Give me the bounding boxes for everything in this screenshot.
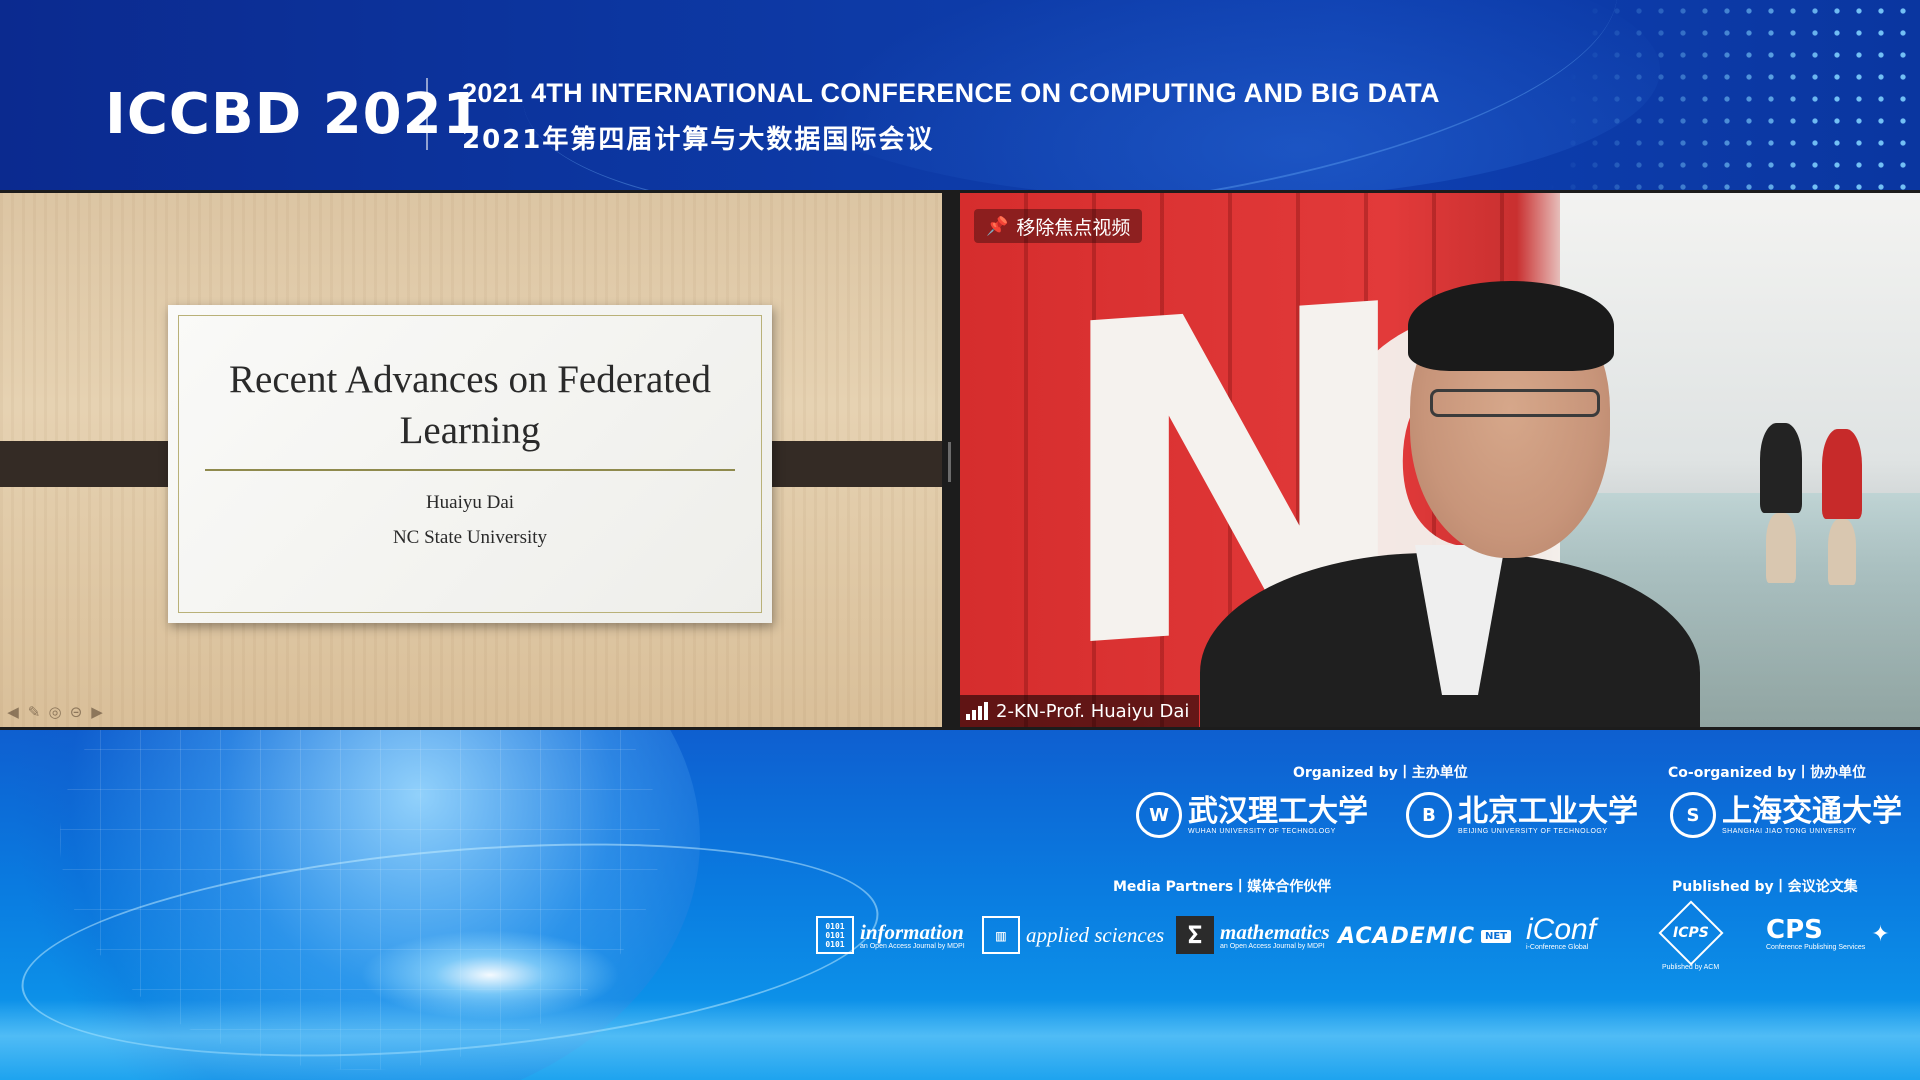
building-icon: ▥ (982, 916, 1020, 954)
participant-name: 2-KN-Prof. Huaiyu Dai (996, 700, 1190, 722)
wut-seal-icon: W (1136, 792, 1182, 838)
header-dots-decoration (1540, 0, 1920, 190)
unpin-video-label: 移除焦点视频 (1016, 216, 1131, 239)
logo-academic-net: ACADEMIC NET (1338, 924, 1512, 949)
signal-strength-icon (966, 702, 988, 720)
speaker-video-pane[interactable]: N C 📌 移除焦点视频 2-KN-Prof. Huaiyu Dai (960, 193, 1920, 727)
background-walker-legs (1766, 513, 1796, 583)
background-walker (1822, 429, 1862, 519)
information-name: information an Open Access Journal by MD… (860, 921, 965, 950)
mathematics-subtitle: an Open Access Journal by MDPI (1220, 942, 1325, 950)
sjtu-name-en: SHANGHAI JIAO TONG UNIVERSITY (1722, 827, 1857, 835)
slide-affiliation: NC State University (392, 527, 548, 548)
bjut-name-cn: 北京工业大学 (1458, 793, 1638, 829)
academic-net-badge: NET (1481, 930, 1512, 943)
iconf-name: iConf i-Conference Global (1526, 913, 1597, 952)
bjut-seal-icon: B (1406, 792, 1452, 838)
wut-name-cn: 武汉理工大学 (1188, 793, 1368, 829)
unpin-video-button[interactable]: 📌 移除焦点视频 (974, 209, 1143, 243)
cps-subtitle: Conference Publishing Services (1766, 944, 1866, 951)
bjut-name: 北京工业大学 BEIJING UNIVERSITY OF TECHNOLOGY (1458, 793, 1638, 835)
light-streak-decoration (0, 1000, 1920, 1080)
background-walker (1760, 423, 1802, 513)
iconf-subtitle: i-Conference Global (1526, 944, 1589, 951)
slide-title-line-2: Learning (399, 409, 541, 452)
pin-icon: 📌 (986, 215, 1009, 237)
slide-title-card: Recent Advances on Federated Learning Hu… (168, 305, 772, 623)
pane-resize-handle[interactable] (948, 442, 951, 482)
slide-controls: ◀ ✎ ◎ ⊝ ▶ (4, 703, 106, 721)
academic-title: ACADEMIC (1338, 924, 1476, 949)
co-organized-by-label: Co-organized by丨协办单位 (1668, 765, 1867, 781)
cps-title: CPS (1766, 915, 1823, 945)
published-by-label: Published by丨会议论文集 (1672, 879, 1858, 895)
background-walker-legs (1828, 519, 1856, 585)
sponsor-footer: Organized by丨主办单位 Co-organized by丨协办单位 W… (0, 730, 1920, 1080)
icps-title: ICPS (1672, 924, 1709, 941)
binary-icon: 0101 0101 0101 (816, 916, 854, 954)
sigma-icon: Σ (1176, 916, 1214, 954)
logo-wuhan-university-of-technology: W 武汉理工大学 WUHAN UNIVERSITY OF TECHNOLOGY (1136, 792, 1368, 838)
slide-divider (205, 469, 735, 471)
wut-name: 武汉理工大学 WUHAN UNIVERSITY OF TECHNOLOGY (1188, 793, 1368, 835)
star-icon: ✦ (1871, 920, 1890, 946)
more-icon[interactable]: ⊝ (67, 703, 85, 721)
bjut-name-en: BEIJING UNIVERSITY OF TECHNOLOGY (1458, 827, 1608, 835)
screen-share-pane[interactable]: Recent Advances on Federated Learning Hu… (0, 193, 942, 727)
header-divider (426, 78, 428, 150)
cps-name: CPS Conference Publishing Services (1766, 916, 1865, 951)
slide-decor-bar-right (750, 441, 942, 487)
organized-by-label: Organized by丨主办单位 (1293, 765, 1468, 781)
media-partners-label: Media Partners丨媒体合作伙伴 (1113, 879, 1332, 895)
slide-author: Huaiyu Dai (425, 492, 515, 513)
logo-cps: CPS Conference Publishing Services ✦ (1766, 916, 1890, 951)
slide-title: Recent Advances on Federated Learning (179, 354, 761, 456)
iconf-title: iConf (1526, 913, 1597, 946)
speaker-glasses (1430, 389, 1600, 417)
applied-sciences-title: applied sciences (1026, 923, 1165, 947)
pen-icon[interactable]: ✎ (25, 703, 43, 721)
next-arrow-icon[interactable]: ▶ (88, 703, 106, 721)
information-title: information (860, 919, 964, 944)
logo-mathematics: Σ mathematics an Open Access Journal by … (1176, 916, 1330, 954)
logo-information-journal: 0101 0101 0101 information an Open Access … (816, 916, 965, 954)
slide-title-line-1: Recent Advances on Federated (229, 358, 711, 401)
logo-icps: ICPS Published by ACM (1658, 900, 1724, 971)
icps-name: ICPS Published by ACM (1658, 900, 1724, 971)
prev-arrow-icon[interactable]: ◀ (4, 703, 22, 721)
participant-name-tag: 2-KN-Prof. Huaiyu Dai (960, 695, 1200, 727)
speaker-hair (1408, 281, 1614, 371)
conference-header: ICCBD 2021 2021 4TH INTERNATIONAL CONFER… (0, 0, 1920, 190)
wut-name-en: WUHAN UNIVERSITY OF TECHNOLOGY (1188, 827, 1336, 835)
slide-decor-bar-left (0, 441, 190, 487)
diamond-icon: ICPS (1658, 900, 1724, 966)
mathematics-name: mathematics an Open Access Journal by MD… (1220, 921, 1330, 950)
settings-icon[interactable]: ◎ (46, 703, 64, 721)
mathematics-title: mathematics (1220, 919, 1330, 944)
logo-shanghai-jiao-tong-university: S 上海交通大学 SHANGHAI JIAO TONG UNIVERSITY (1670, 792, 1902, 838)
conference-title-cn: 2021年第四届计算与大数据国际会议 (462, 125, 935, 155)
sjtu-seal-icon: S (1670, 792, 1716, 838)
video-area: Recent Advances on Federated Learning Hu… (0, 190, 1920, 730)
slide-inner-frame: Recent Advances on Federated Learning Hu… (178, 315, 762, 613)
logo-iconf: iConf i-Conference Global (1526, 913, 1597, 952)
conference-title-en: 2021 4TH INTERNATIONAL CONFERENCE ON COM… (462, 78, 1440, 108)
information-subtitle: an Open Access Journal by MDPI (860, 942, 965, 950)
sjtu-name: 上海交通大学 SHANGHAI JIAO TONG UNIVERSITY (1722, 793, 1902, 835)
sjtu-name-cn: 上海交通大学 (1722, 793, 1902, 829)
logo-beijing-university-of-technology: B 北京工业大学 BEIJING UNIVERSITY OF TECHNOLOG… (1406, 792, 1638, 838)
logo-applied-sciences: ▥ applied sciences (982, 916, 1164, 954)
